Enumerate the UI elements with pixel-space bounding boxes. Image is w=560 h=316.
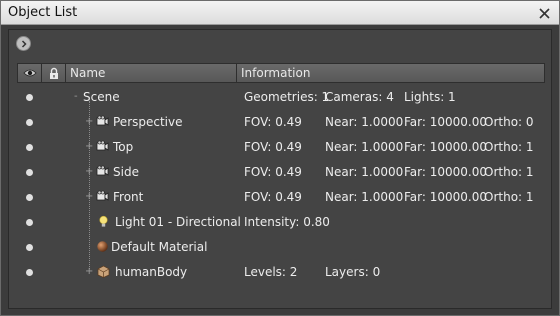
info-fov: FOV: 0.49: [244, 115, 302, 129]
info-far: Far: 10000.00: [404, 165, 487, 179]
row-name: Light 01 - Directional: [115, 215, 241, 229]
tree-row-top[interactable]: + Top FOV: 0.49 Near: 1.0000 Far: 10000.…: [17, 135, 545, 160]
info-far: Far: 10000.00: [404, 190, 487, 204]
visibility-dot[interactable]: [26, 119, 33, 126]
info-far: Far: 10000.00: [404, 140, 487, 154]
row-name: Top: [113, 140, 134, 154]
object-list-window: Object List Name Information - Scene Geo…: [0, 0, 560, 316]
row-name: Default Material: [111, 240, 208, 254]
window-title: Object List: [8, 5, 78, 20]
visibility-dot[interactable]: [26, 219, 33, 226]
lock-icon: [49, 67, 58, 79]
info-near: Near: 1.0000: [325, 165, 404, 179]
tree-row-front[interactable]: + Front FOV: 0.49 Near: 1.0000 Far: 1000…: [17, 185, 545, 210]
title-bar[interactable]: Object List: [1, 1, 559, 25]
tree-row-perspective[interactable]: + Perspective FOV: 0.49 Near: 1.0000 Far…: [17, 110, 545, 135]
visibility-dot[interactable]: [26, 269, 33, 276]
info-fov: FOV: 0.49: [244, 140, 302, 154]
tree-row-side[interactable]: + Side FOV: 0.49 Near: 1.0000 Far: 10000…: [17, 160, 545, 185]
information-column-header[interactable]: Information: [236, 63, 545, 83]
expand-toggle[interactable]: +: [85, 116, 95, 128]
tree-row-light[interactable]: Light 01 - Directional Intensity: 0.80: [17, 210, 545, 235]
info-fov: FOV: 0.49: [244, 190, 302, 204]
info-cameras: Cameras: 4: [325, 90, 394, 104]
expand-toggle[interactable]: +: [85, 266, 95, 278]
eye-icon: [22, 69, 37, 77]
expand-toggle[interactable]: +: [85, 191, 95, 203]
row-name: Perspective: [113, 115, 183, 129]
row-name: Side: [113, 165, 139, 179]
info-near: Near: 1.0000: [325, 140, 404, 154]
info-lights: Lights: 1: [404, 90, 456, 104]
row-name: humanBody: [115, 265, 188, 279]
visibility-dot[interactable]: [26, 244, 33, 251]
visibility-dot[interactable]: [26, 194, 33, 201]
info-ortho: Ortho: 0: [484, 115, 534, 129]
info-far: Far: 10000.00: [404, 115, 487, 129]
info-near: Near: 1.0000: [325, 115, 404, 129]
lock-column-header[interactable]: [41, 63, 65, 83]
visibility-column-header[interactable]: [17, 63, 41, 83]
info-intensity: Intensity: 0.80: [244, 215, 330, 229]
info-fov: FOV: 0.49: [244, 165, 302, 179]
tree-row-humanbody[interactable]: + humanBody Levels: 2 Layers: 0: [17, 260, 545, 285]
object-tree: - Scene Geometries: 1 Cameras: 4 Lights:…: [17, 85, 545, 285]
expand-options-button[interactable]: [16, 36, 31, 51]
light-bulb-icon: [97, 215, 110, 228]
mesh-cube-icon: [97, 265, 110, 278]
expand-toggle[interactable]: +: [85, 166, 95, 178]
name-column-header[interactable]: Name: [65, 63, 236, 83]
tree-row-scene[interactable]: - Scene Geometries: 1 Cameras: 4 Lights:…: [17, 85, 545, 110]
info-ortho: Ortho: 1: [484, 190, 534, 204]
chevron-right-icon: [21, 39, 27, 48]
object-list-panel: Name Information - Scene Geometries: 1 C…: [8, 29, 552, 309]
column-header: Name Information: [17, 63, 545, 83]
visibility-dot[interactable]: [26, 169, 33, 176]
information-header-label: Information: [241, 66, 311, 80]
close-icon[interactable]: [537, 6, 551, 20]
info-levels: Levels: 2: [244, 265, 298, 279]
name-header-label: Name: [70, 66, 106, 80]
camera-icon: [96, 190, 109, 203]
row-name: Front: [113, 190, 144, 204]
visibility-dot[interactable]: [26, 94, 33, 101]
info-ortho: Ortho: 1: [484, 140, 534, 154]
info-layers: Layers: 0: [325, 265, 381, 279]
tree-row-default-material[interactable]: Default Material: [17, 235, 545, 260]
info-ortho: Ortho: 1: [484, 165, 534, 179]
info-near: Near: 1.0000: [325, 190, 404, 204]
visibility-dot[interactable]: [26, 144, 33, 151]
camera-icon: [96, 165, 109, 178]
expand-toggle[interactable]: +: [85, 141, 95, 153]
camera-icon: [96, 115, 109, 128]
info-geometries: Geometries: 1: [244, 90, 330, 104]
row-name: Scene: [83, 90, 120, 104]
material-sphere-icon: [96, 240, 109, 253]
camera-icon: [96, 140, 109, 153]
